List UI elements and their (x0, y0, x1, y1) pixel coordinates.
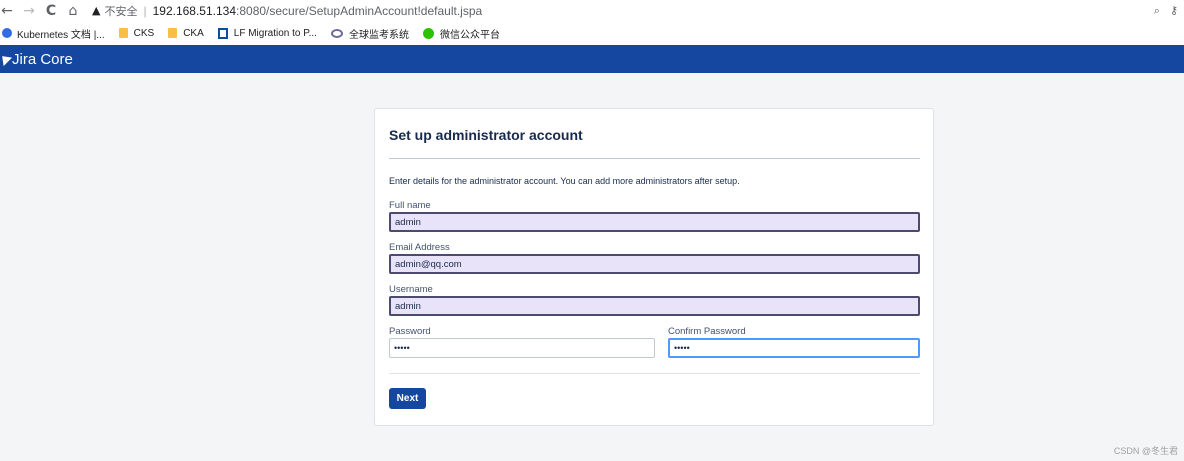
bookmark-lf-migration[interactable]: LF Migration to P... (217, 27, 317, 39)
username-value: admin (395, 300, 421, 312)
bookmark-cks[interactable]: CKS (118, 27, 155, 39)
divider (389, 373, 920, 374)
security-indicator[interactable]: ▲ 不安全 (92, 3, 137, 19)
folder-icon (118, 28, 128, 38)
full-name-value: admin (395, 216, 421, 228)
full-name-label: Full name (389, 200, 431, 211)
email-value: admin@qq.com (395, 258, 462, 270)
username-label: Username (389, 284, 433, 295)
bookmarks-bar: Kubernetes 文档 |... CKS CKA LF Migration … (0, 21, 1184, 45)
url-field[interactable]: 192.168.51.134:8080/secure/SetupAdminAcc… (153, 4, 483, 18)
divider (389, 158, 920, 159)
address-bar-actions: ⌕ ⚷ (1154, 0, 1184, 21)
password-label: Password (389, 326, 431, 337)
next-button[interactable]: Next (389, 388, 426, 409)
folder-icon (168, 28, 178, 38)
app-header: Jira Core (0, 45, 1184, 73)
home-icon[interactable]: ⌂ (62, 0, 84, 21)
url-host: 192.168.51.134 (152, 3, 237, 18)
intro-text: Enter details for the administrator acco… (389, 176, 740, 186)
confirm-password-label: Confirm Password (668, 326, 746, 337)
bookmark-cka[interactable]: CKA (168, 28, 204, 39)
page-title: Set up administrator account (389, 127, 583, 143)
bookmark-label: LF Migration to P... (233, 27, 317, 39)
bookmark-wechat[interactable]: 微信公众平台 (422, 26, 500, 41)
username-input[interactable]: admin (389, 296, 920, 316)
kubernetes-icon (2, 28, 12, 38)
browser-address-bar: ← → C ⌂ ▲ 不安全 | 192.168.51.134:8080/secu… (0, 0, 1184, 21)
reload-icon[interactable]: C (40, 0, 62, 21)
key-icon[interactable]: ⚷ (1170, 4, 1178, 17)
app-title[interactable]: Jira Core (12, 51, 73, 68)
bookmark-kubernetes[interactable]: Kubernetes 文档 |... (0, 26, 105, 41)
setup-admin-panel: Set up administrator account Enter detai… (374, 108, 934, 426)
bookmark-label: 微信公众平台 (439, 29, 500, 41)
url-divider: | (143, 3, 147, 18)
url-path: :8080/secure/SetupAdminAccount!default.j… (236, 3, 483, 18)
zoom-icon[interactable]: ⌕ (1154, 4, 1160, 18)
warning-icon: ▲ (92, 4, 101, 17)
email-label: Email Address (389, 242, 450, 253)
forward-arrow-icon[interactable]: → (18, 0, 40, 21)
bookmark-label: Kubernetes 文档 |... (17, 29, 105, 41)
confirm-password-value: ••••• (674, 343, 690, 353)
email-input[interactable]: admin@qq.com (389, 254, 920, 274)
linux-foundation-icon (217, 27, 228, 39)
watermark: CSDN @冬生君 (1113, 446, 1178, 456)
back-arrow-icon[interactable]: ← (0, 0, 18, 21)
bookmark-exam-system[interactable]: 全球监考系统 (330, 26, 409, 41)
password-value: ••••• (394, 343, 410, 353)
bookmark-label: 全球监考系统 (348, 29, 409, 41)
password-input[interactable]: ••••• (389, 338, 655, 358)
confirm-password-input[interactable]: ••••• (668, 338, 920, 358)
full-name-input[interactable]: admin (389, 212, 920, 232)
wechat-icon (422, 27, 434, 39)
jira-logo-icon (0, 51, 13, 67)
proctor-icon (330, 28, 343, 38)
bookmark-label: CKS (133, 27, 155, 39)
security-label: 不安全 (104, 5, 138, 18)
bookmark-label: CKA (183, 27, 204, 39)
